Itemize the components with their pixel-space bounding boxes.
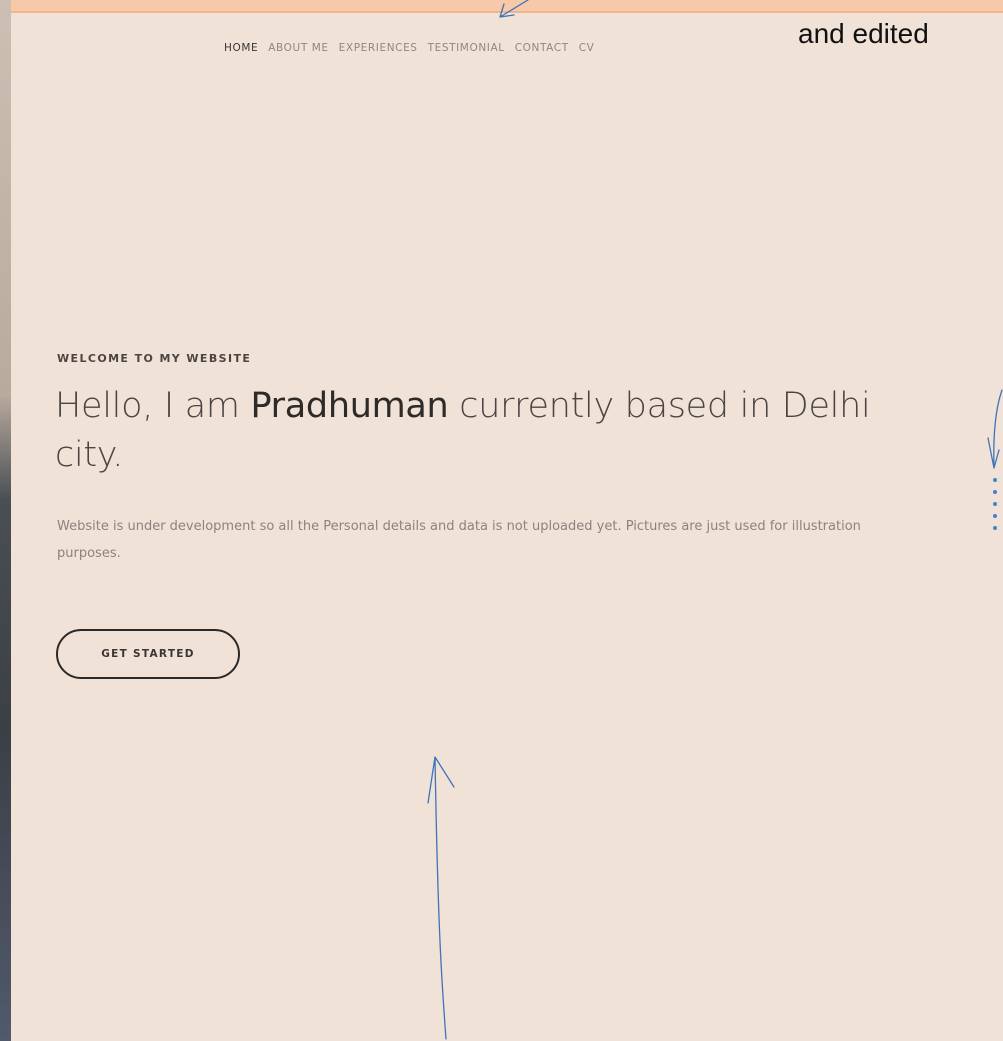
nav-home[interactable]: HOME [224,42,258,54]
annotation-caption: and edited [798,18,929,49]
background-photo-edge [0,0,11,1041]
hero-description: Website is under development so all the … [57,519,861,561]
nav-testimonial[interactable]: TESTIMONIAL [428,42,505,54]
annotation-arrow-dots-icon [987,389,1003,469]
nav-experiences[interactable]: EXPERIENCES [339,42,418,54]
slider-dot[interactable] [993,478,997,482]
nav-about-me[interactable]: ABOUT ME [268,42,328,54]
headline-name: Pradhuman [250,386,449,426]
headline-intro: Hello, I am [55,386,251,426]
hero-eyebrow: WELCOME TO MY WEBSITE [57,352,252,365]
annotation-arrow-bottom-icon [427,756,455,1040]
nav-contact[interactable]: CONTACT [515,42,569,54]
get-started-button[interactable]: GET STARTED [56,629,240,679]
slider-dot[interactable] [993,490,997,494]
slider-dots [993,478,997,530]
nav-cv[interactable]: CV [579,42,595,54]
top-banner-strip [0,0,1003,13]
slider-dot[interactable] [993,526,997,530]
main-nav: HOME ABOUT ME EXPERIENCES TESTIMONIAL CO… [224,42,594,54]
slider-dot[interactable] [993,514,997,518]
slider-dot[interactable] [993,502,997,506]
hero-headline: Hello, I am Pradhuman currently based in… [55,382,935,480]
